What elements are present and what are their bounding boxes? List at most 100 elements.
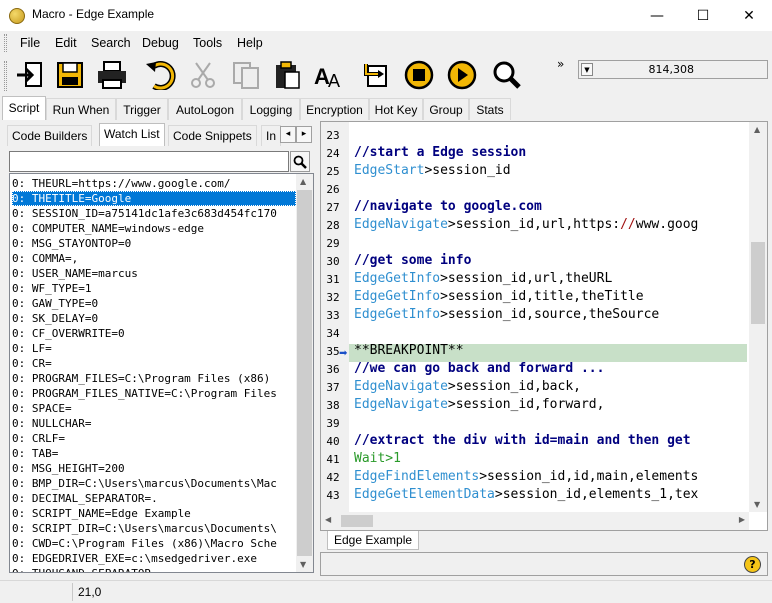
tab-autologon[interactable]: AutoLogon [168,98,242,120]
watch-search-input[interactable] [9,151,289,172]
tab-stats[interactable]: Stats [469,98,511,120]
code-line[interactable]: **BREAKPOINT** [354,342,464,360]
code-line[interactable]: //start a Edge session [354,144,526,162]
code-line[interactable]: EdgeNavigate>session_id,url,https://www.… [354,216,698,234]
close-button[interactable]: ✕ [726,0,772,31]
search-icon[interactable] [490,58,524,92]
subtab-code-snippets[interactable]: Code Snippets [168,125,257,146]
print-icon[interactable] [95,58,129,92]
script-editor[interactable]: 23 24 25 26 27 28 29 30 31 32 33 34 35 36 37 38 39 40 41 42… [320,121,768,531]
watch-list-item[interactable]: 0: GAW_TYPE=0 [12,296,296,311]
cut-icon[interactable] [186,58,220,92]
paste-icon[interactable] [270,58,304,92]
import-icon[interactable] [13,58,47,92]
code-line[interactable]: //extract the div with id=main and then … [354,432,691,450]
editor-scrollbar-thumb[interactable] [751,242,765,324]
editor-scroll-down-icon[interactable]: ▼ [754,500,760,509]
tab-logging[interactable]: Logging [242,98,300,120]
watch-list-item[interactable]: 0: MSG_STAYONTOP=0 [12,236,296,251]
search-button[interactable] [290,151,310,172]
watch-list[interactable]: 0: THEURL=https://www.google.com/0: THET… [9,173,314,573]
watch-list-item[interactable]: 0: SK_DELAY=0 [12,311,296,326]
watch-list-item[interactable]: 0: DECIMAL_SEPARATOR=. [12,491,296,506]
editor-scroll-left-icon[interactable]: ◀ [325,515,331,524]
watch-list-item[interactable]: 0: CF_OVERWRITE=0 [12,326,296,341]
watch-list-item[interactable]: 0: PROGRAM_FILES=C:\Program Files (x86) [12,371,296,386]
scroll-down-icon[interactable]: ▼ [300,560,306,569]
watch-list-item[interactable]: 0: SESSION_ID=a75141dc1afe3c683d454fc170 [12,206,296,221]
scrollbar-thumb[interactable] [297,190,312,556]
toolbar-overflow[interactable]: » [557,57,564,71]
code-line[interactable]: //we can go back and forward ... [354,360,604,378]
watch-list-item[interactable]: 0: CR= [12,356,296,371]
watch-list-scrollbar[interactable]: ▲ ▼ [296,174,313,572]
menu-file[interactable]: File [20,36,40,50]
copy-icon[interactable] [229,58,263,92]
editor-file-tab[interactable]: Edge Example [327,531,420,550]
subtab-code-builders[interactable]: Code Builders [7,125,93,146]
watch-list-item[interactable]: 0: LF= [12,341,296,356]
editor-horizontal-scrollbar[interactable]: ◀ ▶ [321,512,749,530]
scroll-up-icon[interactable]: ▲ [300,177,306,186]
watch-list-item[interactable]: 0: USER_NAME=marcus [12,266,296,281]
tab-script[interactable]: Script [2,96,46,120]
watch-list-item[interactable]: 0: PROGRAM_FILES_NATIVE=C:\Program Files [12,386,296,401]
watch-list-item[interactable]: 0: EDGEDRIVER_EXE=c:\msedgedriver.exe [12,551,296,566]
code-line[interactable]: EdgeStart>session_id [354,162,511,180]
undo-icon[interactable] [143,58,177,92]
window-title: Macro - Edge Example [32,7,155,21]
subtab-scroll-left-icon[interactable]: ◂ [280,126,296,143]
code-line[interactable]: EdgeNavigate>session_id,forward, [354,396,604,414]
code-line[interactable]: //get some info [354,252,471,270]
watch-list-item[interactable]: 0: SCRIPT_NAME=Edge Example [12,506,296,521]
watch-list-item[interactable]: 0: MSG_HEIGHT=200 [12,461,296,476]
watch-list-item[interactable]: 0: NULLCHAR= [12,416,296,431]
code-line[interactable]: EdgeGetInfo>session_id,title,theTitle [354,288,644,306]
subtab-scroll-right-icon[interactable]: ▸ [296,126,312,143]
run-icon[interactable] [445,58,479,92]
tab-group[interactable]: Group [423,98,469,120]
tab-encryption[interactable]: Encryption [300,98,369,120]
watch-list-item[interactable]: 0: THOUSAND_SEPARATOR [12,566,296,572]
code-line[interactable]: EdgeGetInfo>session_id,url,theURL [354,270,612,288]
font-icon[interactable]: AA [312,58,346,92]
watch-list-item[interactable]: 0: THETITLE=Google [12,191,296,206]
tab-trigger[interactable]: Trigger [116,98,168,120]
subtab-in[interactable]: In [261,125,281,146]
tab-hot-key[interactable]: Hot Key [369,98,423,120]
watch-list-item[interactable]: 0: SCRIPT_DIR=C:\Users\marcus\Documents\ [12,521,296,536]
editor-scroll-up-icon[interactable]: ▲ [754,125,760,134]
save-icon[interactable] [53,58,87,92]
watch-list-item[interactable]: 0: BMP_DIR=C:\Users\marcus\Documents\Mac [12,476,296,491]
code-token: >session_id,source,theSource [440,307,660,322]
code-line[interactable]: EdgeGetElementData>session_id,elements_1… [354,486,698,504]
menu-debug[interactable]: Debug [142,36,179,50]
editor-vertical-scrollbar[interactable]: ▲ ▼ [749,122,767,512]
watch-list-item[interactable]: 0: TAB= [12,446,296,461]
subtab-watch-list[interactable]: Watch List [99,123,165,146]
menu-help[interactable]: Help [237,36,263,50]
watch-list-item[interactable]: 0: COMPUTER_NAME=windows-edge [12,221,296,236]
editor-scroll-right-icon[interactable]: ▶ [739,515,745,524]
watch-list-item[interactable]: 0: THEURL=https://www.google.com/ [12,176,296,191]
minimize-button[interactable]: — [634,0,680,31]
editor-hscroll-thumb[interactable] [341,515,373,527]
maximize-button[interactable]: ☐ [680,0,726,31]
step-into-icon[interactable] [359,58,393,92]
watch-list-item[interactable]: 0: CRLF= [12,431,296,446]
stop-icon[interactable] [402,58,436,92]
tab-run-when[interactable]: Run When [46,98,116,120]
menu-search[interactable]: Search [91,36,131,50]
menu-edit[interactable]: Edit [55,36,77,50]
code-line[interactable]: Wait>1 [354,450,401,468]
code-line[interactable]: EdgeGetInfo>session_id,source,theSource [354,306,659,324]
code-line[interactable]: //navigate to google.com [354,198,542,216]
code-line[interactable]: EdgeFindElements>session_id,id,main,elem… [354,468,698,486]
help-icon[interactable]: ? [744,556,761,573]
code-line[interactable]: EdgeNavigate>session_id,back, [354,378,581,396]
watch-list-item[interactable]: 0: SPACE= [12,401,296,416]
menu-tools[interactable]: Tools [193,36,222,50]
watch-list-item[interactable]: 0: WF_TYPE=1 [12,281,296,296]
watch-list-item[interactable]: 0: CWD=C:\Program Files (x86)\Macro Sche [12,536,296,551]
watch-list-item[interactable]: 0: COMMA=, [12,251,296,266]
